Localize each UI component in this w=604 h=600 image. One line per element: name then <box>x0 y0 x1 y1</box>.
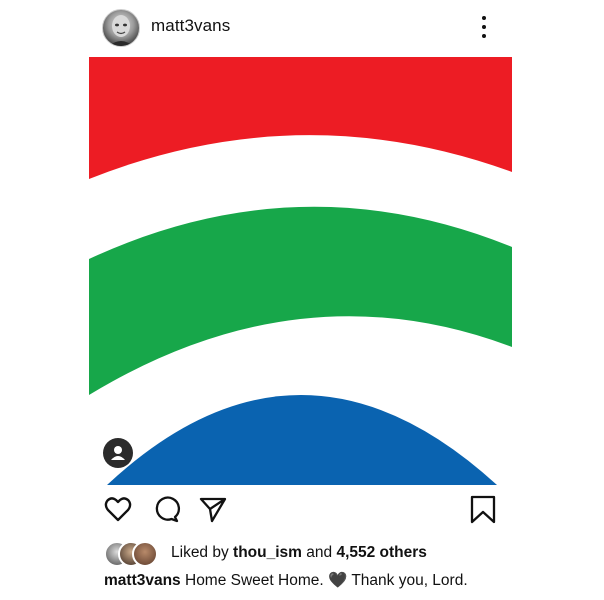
bookmark-icon[interactable] <box>468 494 498 529</box>
heart-icon[interactable] <box>103 494 133 529</box>
send-icon[interactable] <box>198 494 228 529</box>
caption-text: Home Sweet Home. 🖤 Thank you, Lord. <box>180 572 468 589</box>
action-bar <box>0 494 604 530</box>
liker-avatars[interactable] <box>104 540 164 567</box>
likes-count[interactable]: 4,552 others <box>336 544 426 561</box>
liker-username[interactable]: thou_ism <box>233 544 302 561</box>
likes-summary[interactable]: Liked by thou_ism and 4,552 others <box>171 544 427 562</box>
username[interactable]: matt3vans <box>151 16 230 36</box>
avatar[interactable] <box>102 9 140 47</box>
caption: matt3vans Home Sweet Home. 🖤 Thank you, … <box>104 571 468 590</box>
post-header: matt3vans <box>0 0 604 54</box>
comment-icon[interactable] <box>151 494 181 529</box>
avatar <box>132 541 158 567</box>
user-tag-icon[interactable] <box>103 438 133 468</box>
post-image[interactable] <box>89 57 512 485</box>
likes-row: Liked by thou_ism and 4,552 others <box>104 540 564 567</box>
caption-username[interactable]: matt3vans <box>104 572 181 589</box>
more-vertical-icon[interactable] <box>474 13 494 41</box>
